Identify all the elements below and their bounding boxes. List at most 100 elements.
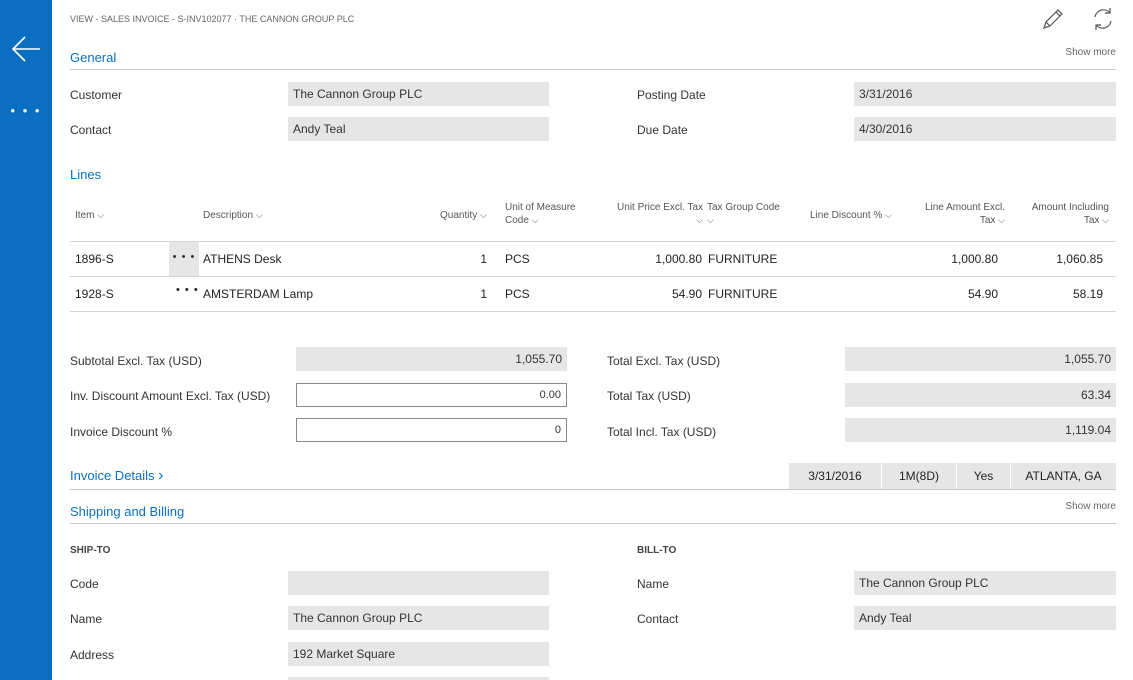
posting-date-label: Posting Date (637, 88, 706, 102)
general-section-title[interactable]: General (70, 50, 116, 65)
bill-to-heading: BILL-TO (637, 545, 677, 556)
lines-header-divider (70, 241, 1116, 242)
line-1-item[interactable]: 1896-S (75, 252, 114, 266)
total-excl-label: Total Excl. Tax (USD) (607, 354, 721, 368)
ship-to-code-field[interactable] (288, 571, 549, 595)
breadcrumb: VIEW - SALES INVOICE - S-INV102077 · THE… (70, 14, 355, 24)
due-date-field[interactable]: 4/30/2016 (854, 117, 1116, 141)
shipping-billing-section-title[interactable]: Shipping and Billing (70, 504, 184, 519)
total-excl-field: 1,055.70 (845, 347, 1116, 371)
posting-date-field[interactable]: 3/31/2016 (854, 82, 1116, 106)
line-2-amount-incl[interactable]: 58.19 (1015, 287, 1103, 301)
ship-to-address-field[interactable]: 192 Market Square (288, 642, 549, 666)
invoice-details-title: Invoice Details (70, 468, 155, 483)
column-header-line-discount[interactable]: Line Discount % ⌵ (810, 209, 892, 222)
tax-group-header-label: Tax Group Code (707, 202, 780, 213)
column-header-item[interactable]: Item ⌵ (75, 209, 104, 222)
invoice-discount-pct-input[interactable]: 0 (296, 418, 567, 442)
invoice-details-posting-date-chip[interactable]: 3/31/2016 (789, 463, 881, 489)
invoice-details-link[interactable]: Invoice Details › (70, 467, 164, 484)
line-2-quantity[interactable]: 1 (445, 287, 487, 301)
edit-button[interactable] (1040, 6, 1066, 32)
inv-discount-amount-label: Inv. Discount Amount Excl. Tax (USD) (70, 389, 271, 403)
line-1-tax-group[interactable]: FURNITURE (708, 252, 777, 266)
column-header-uom[interactable]: Unit of Measure Code ⌵ (505, 202, 576, 227)
line-2-line-amount[interactable]: 54.90 (910, 287, 998, 301)
back-button[interactable] (10, 33, 42, 65)
line-1-amount-incl[interactable]: 1,060.85 (1015, 252, 1103, 266)
inv-discount-amount-input[interactable]: 0.00 (296, 383, 567, 407)
column-header-tax-group[interactable]: Tax Group Code ⌵ (707, 202, 780, 227)
amount-incl-header-line2: Tax (1083, 215, 1100, 226)
bill-to-name-field[interactable]: The Cannon Group PLC (854, 571, 1116, 595)
general-divider (70, 69, 1116, 70)
ship-to-name-label: Name (70, 612, 103, 626)
quantity-header-label: Quantity (440, 210, 478, 221)
chevron-down-icon: ⌵ (531, 215, 539, 225)
chevron-down-icon: ⌵ (480, 210, 487, 220)
description-header-label: Description (203, 210, 254, 221)
shipping-divider (70, 523, 1116, 524)
total-tax-label: Total Tax (USD) (607, 389, 691, 403)
more-actions-button[interactable]: • • • (10, 104, 42, 118)
general-show-more-link[interactable]: Show more (1065, 47, 1116, 58)
customer-label: Customer (70, 88, 123, 102)
invoice-details-payment-terms-chip[interactable]: 1M(8D) (881, 463, 956, 489)
line-1-unit-price[interactable]: 1,000.80 (610, 252, 702, 266)
invoice-details-location-chip[interactable]: ATLANTA, GA (1010, 463, 1116, 489)
chevron-down-icon: ⌵ (885, 210, 892, 220)
total-incl-field: 1,119.04 (845, 418, 1116, 442)
column-header-quantity[interactable]: Quantity ⌵ (440, 209, 487, 222)
total-tax-field: 63.34 (845, 383, 1116, 407)
line-amount-header-line2: Tax (979, 215, 996, 226)
due-date-label: Due Date (637, 123, 688, 137)
subtotal-label: Subtotal Excl. Tax (USD) (70, 354, 202, 368)
line-1-quantity[interactable]: 1 (445, 252, 487, 266)
chevron-down-icon: ⌵ (97, 210, 105, 220)
line-2-item[interactable]: 1928-S (75, 287, 114, 301)
line-2-description[interactable]: AMSTERDAM Lamp (203, 287, 313, 301)
customer-field[interactable]: The Cannon Group PLC (288, 82, 549, 106)
chevron-down-icon: ⌵ (707, 215, 714, 225)
line-discount-header-label: Line Discount % (810, 210, 883, 221)
contact-field[interactable]: Andy Teal (288, 117, 549, 141)
uom-header-line2: Code (505, 215, 529, 226)
line-1-divider (70, 276, 1116, 277)
ship-to-name-field[interactable]: The Cannon Group PLC (288, 606, 549, 630)
item-header-label: Item (75, 210, 95, 221)
back-arrow-icon (11, 36, 40, 62)
column-header-amount-incl[interactable]: Amount Including Tax ⌵ (1015, 202, 1109, 227)
contact-label: Contact (70, 123, 112, 137)
bill-to-contact-field[interactable]: Andy Teal (854, 606, 1116, 630)
line-2-tax-group[interactable]: FURNITURE (708, 287, 777, 301)
line-1-uom[interactable]: PCS (505, 252, 530, 266)
line-2-menu-button[interactable]: • • • (176, 284, 199, 296)
lines-section-title: Lines (70, 167, 102, 182)
column-header-unit-price[interactable]: Unit Price Excl. Tax ⌵ (610, 202, 703, 227)
line-2-uom[interactable]: PCS (505, 287, 530, 301)
shipping-show-more-link[interactable]: Show more (1065, 501, 1116, 512)
ship-to-code-label: Code (70, 577, 99, 591)
total-incl-label: Total Incl. Tax (USD) (607, 425, 717, 439)
line-1-line-amount[interactable]: 1,000.80 (910, 252, 998, 266)
column-header-description[interactable]: Description ⌵ (203, 209, 263, 222)
refresh-button[interactable] (1090, 6, 1116, 32)
nav-rail: • • • (0, 0, 52, 680)
invoice-details-flag-chip[interactable]: Yes (956, 463, 1010, 489)
invoice-discount-pct-label: Invoice Discount % (70, 425, 173, 439)
chevron-down-icon: ⌵ (696, 215, 703, 225)
line-1-description[interactable]: ATHENS Desk (203, 252, 281, 266)
column-header-line-amount[interactable]: Line Amount Excl. Tax ⌵ (905, 202, 1005, 227)
main-content: VIEW - SALES INVOICE - S-INV102077 · THE… (70, 0, 1116, 680)
unit-price-header-label: Unit Price Excl. Tax (617, 202, 703, 213)
bill-to-name-label: Name (637, 577, 670, 591)
line-2-divider (70, 311, 1116, 312)
line-1-menu-button[interactable]: • • • (169, 242, 199, 276)
ship-to-address-label: Address (70, 648, 115, 662)
chevron-right-icon: › (158, 467, 164, 484)
chevron-down-icon: ⌵ (1102, 215, 1109, 225)
refresh-icon (1094, 8, 1112, 30)
subtotal-field: 1,055.70 (296, 347, 567, 371)
line-2-unit-price[interactable]: 54.90 (610, 287, 702, 301)
line-amount-header-line1: Line Amount Excl. (924, 202, 1005, 213)
